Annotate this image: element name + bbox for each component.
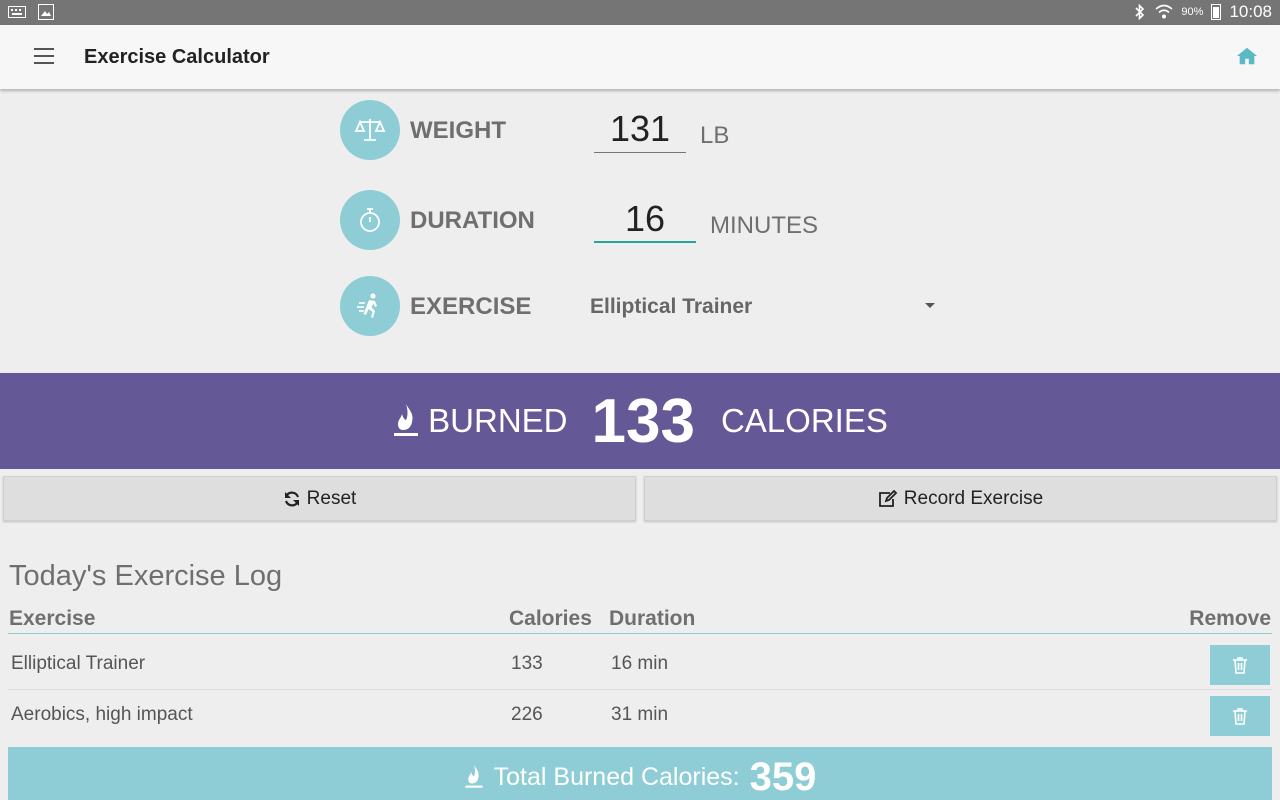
reset-label: Reset (306, 487, 357, 509)
app-bar: Exercise Calculator (0, 25, 1280, 89)
battery-percent: 90% (1181, 6, 1204, 18)
trash-icon (1233, 657, 1247, 674)
table-row: Elliptical Trainer 133 16 min (8, 639, 1272, 689)
row-calories: 133 (511, 653, 543, 674)
edit-icon (878, 489, 898, 507)
header-exercise: Exercise (9, 607, 96, 630)
burned-calories: 133 (591, 386, 695, 456)
burned-prefix: BURNED (428, 402, 568, 439)
record-exercise-button[interactable]: Record Exercise (644, 476, 1277, 521)
remove-button[interactable] (1210, 645, 1270, 685)
stopwatch-icon (340, 190, 400, 250)
home-icon[interactable] (1236, 45, 1258, 67)
wifi-icon (1155, 4, 1173, 19)
table-row: Aerobics, high impact 226 31 min (8, 690, 1272, 740)
flame-icon (465, 764, 483, 788)
record-label: Record Exercise (903, 487, 1044, 509)
row-calories: 226 (511, 704, 543, 725)
app-title: Exercise Calculator (84, 46, 270, 68)
total-value: 359 (749, 754, 817, 799)
flame-icon (394, 404, 419, 436)
exercise-row: EXERCISE Elliptical Trainer (340, 276, 980, 336)
refresh-icon (284, 491, 299, 506)
trash-icon (1233, 708, 1247, 725)
total-label: Total Burned Calories: (493, 762, 740, 791)
weight-unit: LB (700, 122, 730, 149)
weight-row: WEIGHT 131 LB (340, 100, 980, 160)
status-bar: 90% 10:08 (0, 0, 1280, 25)
weight-input[interactable]: 131 (594, 108, 686, 153)
remove-button[interactable] (1210, 696, 1270, 736)
status-time: 10:08 (1229, 2, 1272, 21)
duration-label: DURATION (410, 207, 535, 234)
battery-icon (1211, 4, 1222, 20)
exercise-select[interactable]: Elliptical Trainer (590, 295, 752, 319)
burned-suffix: CALORIES (720, 402, 888, 439)
row-exercise: Elliptical Trainer (11, 653, 146, 674)
scale-icon (340, 100, 400, 160)
header-calories: Calories (509, 607, 592, 630)
table-header-divider (8, 633, 1272, 634)
bluetooth-icon (1135, 3, 1145, 21)
duration-input[interactable]: 16 (594, 198, 696, 243)
total-burned-bar: Total Burned Calories: 359 (8, 747, 1272, 800)
duration-row: DURATION 16 MINUTES (340, 190, 980, 250)
menu-icon[interactable] (34, 48, 54, 64)
duration-unit: MINUTES (710, 212, 818, 239)
reset-button[interactable]: Reset (3, 476, 636, 521)
weight-label: WEIGHT (410, 117, 506, 144)
burned-banner: BURNED 133 CALORIES (0, 373, 1280, 469)
header-remove: Remove (1189, 607, 1271, 630)
header-duration: Duration (609, 607, 696, 630)
running-icon (340, 276, 400, 336)
keyboard-icon (8, 6, 26, 18)
log-title: Today's Exercise Log (9, 560, 283, 592)
row-exercise: Aerobics, high impact (11, 704, 193, 725)
chevron-down-icon[interactable] (925, 303, 935, 308)
row-duration: 31 min (611, 704, 669, 725)
row-duration: 16 min (611, 653, 669, 674)
gallery-icon (38, 4, 54, 20)
exercise-label: EXERCISE (410, 293, 532, 320)
